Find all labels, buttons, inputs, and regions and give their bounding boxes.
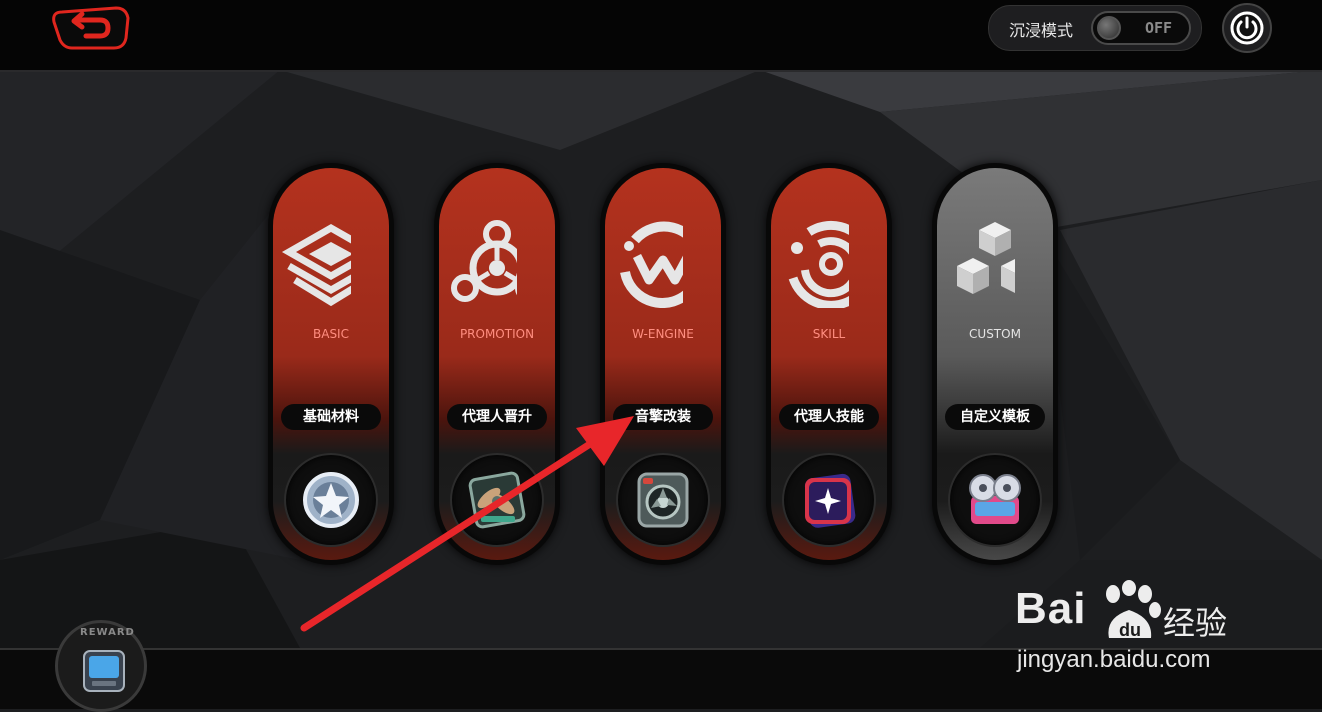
watermark-logo-bai: Bai	[1015, 584, 1087, 633]
sparkle-card-icon	[804, 473, 856, 528]
reward-button[interactable]: REWARD	[55, 620, 147, 712]
concentric-ring-icon	[788, 220, 849, 308]
tri-node-ring-icon	[451, 220, 517, 302]
card-chinese-label: 音擎改装	[613, 404, 713, 430]
baidu-watermark: Bai du 经验 jingyan.baidu.com	[1015, 580, 1275, 680]
power-button[interactable]	[1222, 3, 1272, 53]
card-medal	[782, 453, 876, 547]
card-english-label: BASIC	[313, 327, 349, 341]
toggle-state-label: OFF	[1145, 19, 1173, 37]
card-chinese-label: 代理人晋升	[447, 404, 547, 430]
watermark-logo-du: du	[1119, 620, 1141, 640]
toggle-knob	[1097, 16, 1121, 40]
card-medal	[616, 453, 710, 547]
immersive-mode-control: 沉浸模式 OFF	[988, 5, 1202, 51]
back-button[interactable]	[50, 4, 130, 52]
card-medal	[948, 453, 1042, 547]
card-chinese-label: 基础材料	[281, 404, 381, 430]
immersive-mode-label: 沉浸模式	[1009, 21, 1074, 40]
stacked-cubes-icon	[957, 222, 1015, 294]
card-medal	[284, 453, 378, 547]
speaker-device-icon	[637, 472, 689, 528]
card-english-label: W-ENGINE	[632, 327, 694, 341]
silver-star-medal-icon	[303, 472, 359, 528]
w-engine-ring-icon	[620, 221, 683, 308]
card-english-label: CUSTOM	[969, 327, 1021, 341]
card-basic[interactable]: BASIC 基础材料	[268, 163, 394, 565]
card-promotion[interactable]: PROMOTION 代理人晋升	[434, 163, 560, 565]
stacked-diamond-layers-icon	[281, 223, 351, 307]
watermark-url: jingyan.baidu.com	[1017, 646, 1211, 673]
baidu-paw-icon: du	[1106, 580, 1161, 640]
power-icon	[1230, 11, 1264, 45]
back-arrow-icon	[52, 6, 130, 50]
card-skill[interactable]: SKILL 代理人技能	[766, 163, 892, 565]
card-custom[interactable]: CUSTOM 自定义模板	[932, 163, 1058, 565]
reward-label: REWARD	[80, 627, 135, 638]
propeller-box-icon	[468, 471, 526, 529]
reward-device-icon	[83, 650, 125, 692]
film-reel-icon	[969, 474, 1021, 524]
card-english-label: PROMOTION	[459, 327, 535, 341]
immersive-mode-toggle[interactable]: OFF	[1091, 11, 1191, 45]
card-chinese-label: 自定义模板	[945, 404, 1045, 430]
watermark-logo-cn: 经验	[1163, 604, 1228, 642]
card-chinese-label: 代理人技能	[779, 404, 879, 430]
card-english-label: SKILL	[812, 327, 846, 341]
card-w-engine[interactable]: W-ENGINE 音擎改装	[600, 163, 726, 565]
card-medal	[450, 453, 544, 547]
